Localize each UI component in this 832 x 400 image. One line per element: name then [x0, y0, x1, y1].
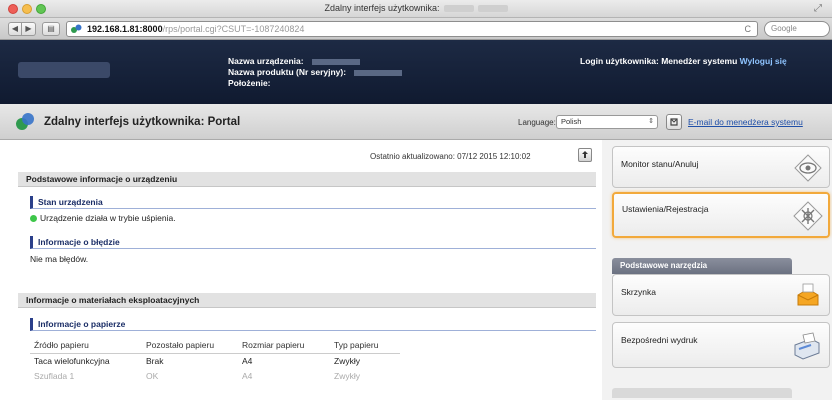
table-cell: Taca wielofunkcyjna — [34, 355, 110, 366]
brand-logo — [18, 62, 110, 78]
page-icon[interactable]: ▤ — [42, 22, 60, 36]
refresh-icon — [582, 151, 588, 158]
location-label: Położenie: — [228, 78, 271, 88]
error-info-text: Nie ma błędów. — [30, 254, 89, 264]
table-cell: OK — [146, 370, 159, 381]
device-status-text: Urządzenie działa w trybie uśpienia. — [40, 213, 176, 223]
table-header: Typ papieru — [330, 338, 400, 354]
back-button[interactable]: ◀ — [8, 22, 22, 36]
email-admin-link[interactable]: E-mail do menedżera systemu — [688, 117, 803, 127]
monitor-status-label: Monitor stanu/Anuluj — [621, 159, 699, 169]
mailbox-icon — [797, 283, 819, 306]
search-input[interactable]: Google — [764, 21, 830, 37]
printer-icon — [794, 332, 820, 360]
settings-registration-label: Ustawienia/Rejestracja — [622, 204, 709, 214]
login-info: Login użytkownika: Menedżer systemu Wylo… — [580, 56, 787, 66]
paper-info-heading: Informacje o papierze — [30, 318, 596, 331]
table-cell: Szuflada 1 — [34, 370, 75, 381]
url-bar[interactable]: 192.168.1.81:8000/rps/portal.cgi?CSUT=-1… — [66, 21, 758, 37]
device-info: Nazwa urządzenia: Nazwa produktu (Nr ser… — [228, 56, 403, 89]
mailbox-label: Skrzynka — [621, 287, 656, 297]
table-row: Taca wielofunkcyjna Brak A4 Zwykły — [30, 353, 400, 368]
device-status-line: Urządzenie działa w trybie uśpienia. — [30, 213, 176, 223]
direct-print-button[interactable]: Bezpośredni wydruk — [612, 322, 830, 368]
resize-icon[interactable]: ⤢ — [814, 3, 822, 14]
window-titlebar: Zdalny interfejs użytkownika: ⤢ — [0, 0, 832, 18]
redacted-text — [477, 5, 508, 13]
direct-print-label: Bezpośredni wydruk — [621, 335, 698, 345]
device-header: Nazwa urządzenia: Nazwa produktu (Nr ser… — [0, 40, 832, 104]
tools-icon — [793, 201, 823, 231]
language-select[interactable]: Polish ⇕ — [556, 115, 658, 129]
mail-button[interactable] — [666, 114, 682, 130]
url-host: 192.168.1.81:8000 — [87, 24, 163, 34]
sidebar-next-section — [612, 388, 792, 398]
device-status-heading: Stan urządzenia — [30, 196, 596, 209]
reload-icon[interactable]: C — [745, 22, 752, 36]
window-title: Zdalny interfejs użytkownika: — [0, 3, 832, 13]
table-cell: Brak — [146, 355, 164, 366]
table-cell: A4 — [242, 370, 253, 381]
error-info-heading: Informacje o błędzie — [30, 236, 596, 249]
login-user-text: Login użytkownika: Menedżer systemu — [580, 56, 738, 66]
chevron-updown-icon: ⇕ — [648, 118, 654, 125]
language-label: Language: — [518, 118, 556, 127]
url-path: /rps/portal.cgi?CSUT=-1087240824 — [162, 24, 305, 34]
monitor-status-button[interactable]: Monitor stanu/Anuluj — [612, 146, 830, 188]
site-icon — [71, 24, 82, 33]
sidebar: Monitor stanu/Anuluj Ustawienia/Rejestra… — [602, 140, 832, 400]
portal-icon — [16, 113, 34, 130]
refresh-button[interactable] — [578, 148, 592, 162]
table-header: Pozostało papieru — [142, 338, 238, 354]
table-header: Źródło papieru — [30, 338, 142, 354]
page-title: Zdalny interfejs użytkownika: Portal — [44, 116, 241, 128]
redacted-text — [311, 58, 360, 65]
last-updated-text: Ostatnio aktualizowano: 07/12 2015 12:10… — [370, 152, 531, 161]
settings-registration-button[interactable]: Ustawienia/Rejestracja — [612, 192, 830, 238]
redacted-text — [354, 69, 403, 76]
device-info-heading: Podstawowe informacje o urządzeniu — [18, 172, 596, 187]
forward-button[interactable]: ▶ — [22, 22, 36, 36]
portal-bar: Zdalny interfejs użytkownika: Portal Lan… — [0, 104, 832, 140]
table-cell: A4 — [242, 355, 253, 366]
table-cell: Zwykły — [334, 355, 360, 366]
table-header-row: Źródło papieru Pozostało papieru Rozmiar… — [30, 338, 400, 354]
eye-icon — [794, 154, 822, 182]
browser-toolbar: ◀ ▶ ▤ 192.168.1.81:8000/rps/portal.cgi?C… — [0, 18, 832, 40]
language-value: Polish — [561, 117, 582, 126]
table-cell: Zwykły — [334, 370, 360, 381]
paper-table: Źródło papieru Pozostało papieru Rozmiar… — [30, 338, 400, 383]
product-name-label: Nazwa produktu (Nr seryjny): — [228, 67, 347, 77]
basic-tools-heading: Podstawowe narzędzia — [612, 258, 792, 274]
mailbox-button[interactable]: Skrzynka — [612, 274, 830, 316]
device-name-label: Nazwa urządzenia: — [228, 56, 304, 66]
redacted-text — [443, 5, 474, 13]
status-ok-icon — [30, 215, 37, 222]
consumables-heading: Informacje o materiałach eksploatacyjnyc… — [18, 293, 596, 308]
mail-icon — [670, 118, 678, 126]
window-title-text: Zdalny interfejs użytkownika: — [324, 3, 440, 13]
logout-link[interactable]: Wyloguj się — [740, 56, 787, 66]
table-row: Szuflada 1 OK A4 Zwykły — [30, 368, 400, 383]
table-header: Rozmiar papieru — [238, 338, 330, 354]
